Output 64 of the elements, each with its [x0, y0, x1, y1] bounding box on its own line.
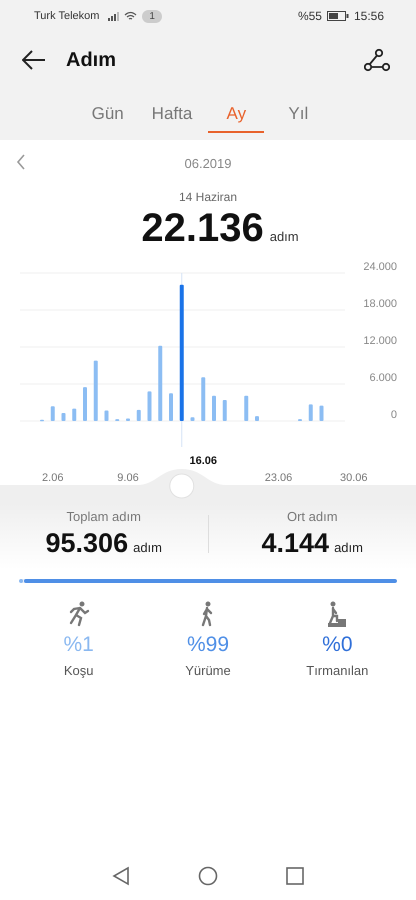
selected-date: 14 Haziran: [178, 190, 238, 204]
bar: [244, 396, 248, 421]
bar: [72, 408, 76, 421]
period-tab[interactable]: Gün: [80, 96, 136, 132]
activity-percent: %1: [63, 633, 94, 657]
period-tab[interactable]: Ay: [208, 96, 264, 132]
activity-label: Yürüme: [185, 663, 231, 678]
activity-label: Koşu: [64, 663, 94, 678]
back-button[interactable]: [20, 48, 48, 72]
stat-label: Toplam adım: [66, 509, 141, 524]
bar: [104, 410, 108, 421]
bar: [201, 377, 206, 421]
bar: [50, 406, 55, 421]
stat-value: 95.306: [46, 528, 128, 559]
period-label: 06.2019: [184, 156, 232, 170]
axis-label: 2.06: [42, 472, 64, 484]
bar: [320, 406, 324, 421]
bar: [136, 410, 141, 421]
unit-label: adım: [270, 229, 299, 244]
battery-icon: [326, 11, 349, 21]
axis-label: 30.06: [340, 472, 368, 484]
bar: [126, 418, 130, 421]
signal-icon: [108, 12, 120, 20]
previous-button[interactable]: [16, 154, 26, 170]
axis-label: 9.06: [117, 472, 139, 484]
bar: [94, 360, 98, 421]
recents-nav-button[interactable]: [286, 867, 304, 885]
slider-handle[interactable]: [169, 474, 194, 498]
climber-icon: [327, 601, 348, 627]
bar: [308, 404, 313, 421]
unit-label: adım: [334, 540, 363, 555]
bar: [148, 391, 152, 421]
stat-label: Ort adım: [286, 509, 338, 524]
activity-percent: %0: [322, 633, 352, 657]
page-title: Adım: [66, 48, 116, 72]
wifi-icon: [124, 11, 138, 21]
route-button[interactable]: [362, 46, 392, 74]
step-count: 22.136: [141, 206, 264, 251]
back-nav-button[interactable]: [112, 866, 130, 886]
unit-label: adım: [133, 540, 162, 555]
axis-label: 6.000: [369, 372, 397, 384]
axis-label: 12.000: [363, 335, 397, 347]
bar: [212, 396, 216, 421]
activity-percent: %99: [186, 633, 229, 657]
carrier-name: Turk Telekom: [34, 10, 100, 22]
clock: 15:56: [354, 9, 384, 23]
bar: [222, 400, 227, 421]
axis-label: 18.000: [363, 298, 397, 310]
axis-label: 0: [390, 409, 397, 421]
stat-value: 4.144: [262, 528, 330, 559]
axis-label: 23.06: [264, 472, 292, 484]
bar: [62, 412, 66, 421]
bar: [255, 416, 259, 421]
axis-label: 24.000: [363, 261, 397, 273]
bar: [169, 393, 173, 421]
bar: [190, 417, 194, 421]
period-tab[interactable]: Yıl: [270, 96, 326, 132]
battery-percent: %55: [298, 9, 322, 23]
slider-date-label: 16.06: [189, 455, 218, 467]
home-nav-button[interactable]: [198, 866, 218, 886]
notification-badge: 1: [142, 10, 162, 22]
bar: [83, 387, 87, 421]
period-tab[interactable]: Hafta: [142, 96, 202, 132]
activity-label: Tırmanılan: [306, 663, 368, 678]
